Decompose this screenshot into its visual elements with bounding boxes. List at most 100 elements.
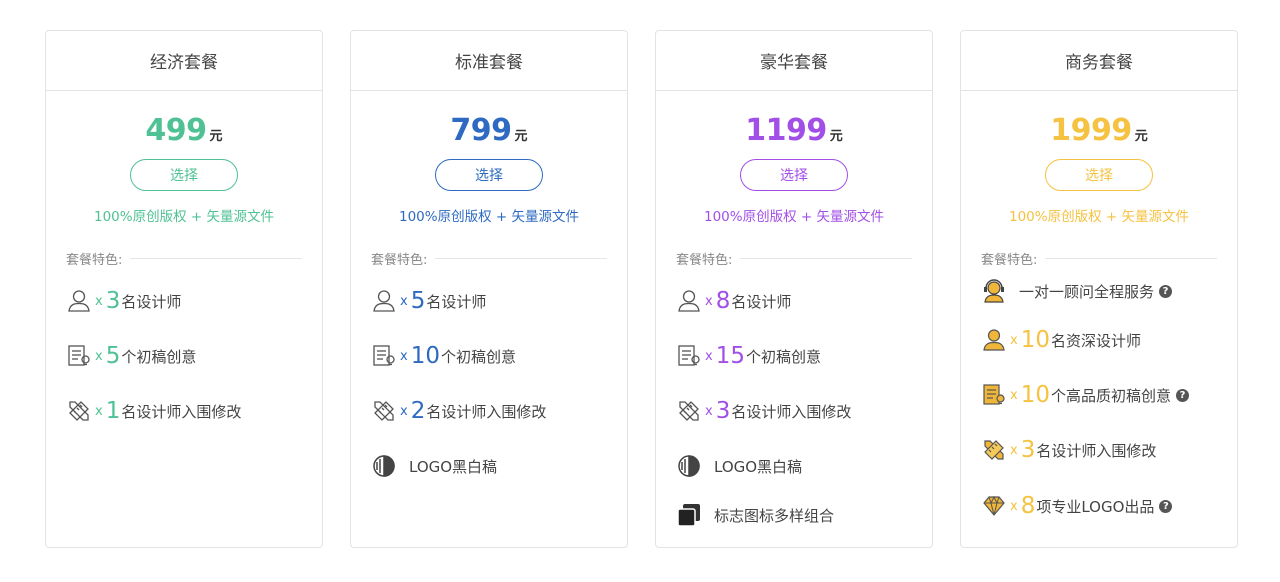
draft-idea-icon [676,343,702,369]
feature-count: 3 [1020,437,1036,463]
feature-text: 个初稿创意 [745,347,821,366]
feature-count: 5 [105,343,121,369]
feature-item: x 2 名设计师入围修改 [371,396,611,426]
price-row: 1199 元 [656,113,932,155]
feature-item: 一对一顾问全程服务? [981,276,1221,306]
plan-price: 799 [450,113,512,148]
feature-text: 名设计师入围修改 [731,402,852,421]
multiplier: x [400,348,408,364]
plan-card-deluxe: 豪华套餐 1199 元 选择 100%原创版权 + 矢量源文件 套餐特色: x8名… [655,30,933,548]
feature-text: 名设计师入围修改 [121,402,242,421]
feature-item: LOGO黑白稿 [371,451,611,481]
pencil-ruler-icon [66,398,92,424]
features-title: 套餐特色: [981,253,1038,268]
designer-gold-icon [981,327,1007,353]
feature-count: 8 [1020,493,1036,519]
pencil-ruler-icon [371,398,397,424]
plan-card-business: 商务套餐 1999 元 选择 100%原创版权 + 矢量源文件 套餐特色: 一对一… [960,30,1238,548]
plan-price: 1999 [1050,113,1132,148]
feature-count: 10 [410,343,440,369]
designer-icon [66,288,92,314]
feature-count: 10 [1020,327,1050,353]
feature-count: 3 [715,398,731,424]
feature-text: 个初稿创意 [121,347,197,366]
pencil-ruler-icon [676,398,702,424]
feature-text: 名设计师 [426,292,487,311]
stacked-squares-icon [676,502,702,528]
plan-price: 1199 [745,113,827,148]
feature-item: x 1 名设计师入围修改 [66,396,306,426]
divider [1045,258,1217,259]
copyright-note: 100%原创版权 + 矢量源文件 [399,209,579,225]
select-button[interactable]: 选择 [1045,159,1153,191]
multiplier: x [95,403,103,419]
divider [435,258,607,259]
feature-count: 8 [715,288,731,314]
feature-text: 名设计师入围修改 [426,402,547,421]
feature-count: 5 [410,288,426,314]
feature-count: 1 [105,398,121,424]
draft-idea-gold-icon [981,382,1007,408]
plan-price: 499 [145,113,207,148]
copyright-note: 100%原创版权 + 矢量源文件 [94,209,274,225]
feature-text: 项专业LOGO出品 [1036,497,1155,516]
help-icon[interactable]: ? [1159,284,1173,298]
feature-text: 个高品质初稿创意 [1050,386,1171,405]
plan-title: 商务套餐 [961,31,1237,91]
feature-item: x 3 名设计师入围修改 [676,396,916,426]
feature-count: 3 [105,288,121,314]
contrast-icon [676,453,702,479]
feature-item: x 5 个初稿创意 [66,341,306,371]
consultant-icon [981,278,1007,304]
feature-item: x 8 项专业LOGO出品? [981,491,1221,521]
plan-card-economy: 经济套餐 499 元 选择 100%原创版权 + 矢量源文件 套餐特色: x 3 名设… [45,30,323,548]
copyright-note: 100%原创版权 + 矢量源文件 [704,209,884,225]
plan-title: 豪华套餐 [656,31,932,91]
feature-item: x 15 个初稿创意 [676,341,916,371]
multiplier: x [1010,387,1018,403]
price-unit: 元 [1134,129,1148,144]
price-row: 499 元 [46,113,322,155]
multiplier: x [400,403,408,419]
divider [130,258,302,259]
plan-card-standard: 标准套餐 799 元 选择 100%原创版权 + 矢量源文件 套餐特色: x 5 名设… [350,30,628,548]
feature-item: x 5 名设计师 [371,286,611,316]
feature-text: 名设计师 [731,292,792,311]
feature-text: LOGO黑白稿 [409,457,498,476]
feature-text: 名设计师 [121,292,182,311]
feature-text: 名资深设计师 [1050,331,1141,350]
multiplier: x [1010,332,1018,348]
help-icon[interactable]: ? [1159,499,1173,513]
feature-item: x 3 名设计师入围修改 [981,435,1221,465]
plan-title: 标准套餐 [351,31,627,91]
features-title: 套餐特色: [371,253,428,268]
select-button[interactable]: 选择 [740,159,848,191]
feature-item: LOGO黑白稿 [676,451,916,481]
feature-count: 15 [715,343,745,369]
multiplier: x [95,293,103,309]
feature-text: LOGO黑白稿 [714,457,803,476]
feature-item: x 10 个初稿创意 [371,341,611,371]
multiplier: x [1010,498,1018,514]
price-unit: 元 [514,129,528,144]
features-header: 套餐特色: [981,249,1217,268]
price-row: 1999 元 [961,113,1237,155]
feature-text: 一对一顾问全程服务 [1019,282,1155,301]
price-unit: 元 [829,129,843,144]
divider [740,258,912,259]
contrast-icon [371,453,397,479]
features-title: 套餐特色: [66,253,123,268]
select-button[interactable]: 选择 [130,159,238,191]
plan-title: 经济套餐 [46,31,322,91]
select-button[interactable]: 选择 [435,159,543,191]
draft-idea-icon [371,343,397,369]
multiplier: x [1010,442,1018,458]
multiplier: x [400,293,408,309]
features-title: 套餐特色: [676,253,733,268]
multiplier: x [95,348,103,364]
pencil-ruler-gold-icon [981,437,1007,463]
help-icon[interactable]: ? [1176,388,1189,402]
features-header: 套餐特色: [371,249,607,268]
multiplier: x [705,348,713,364]
price-unit: 元 [209,129,223,144]
